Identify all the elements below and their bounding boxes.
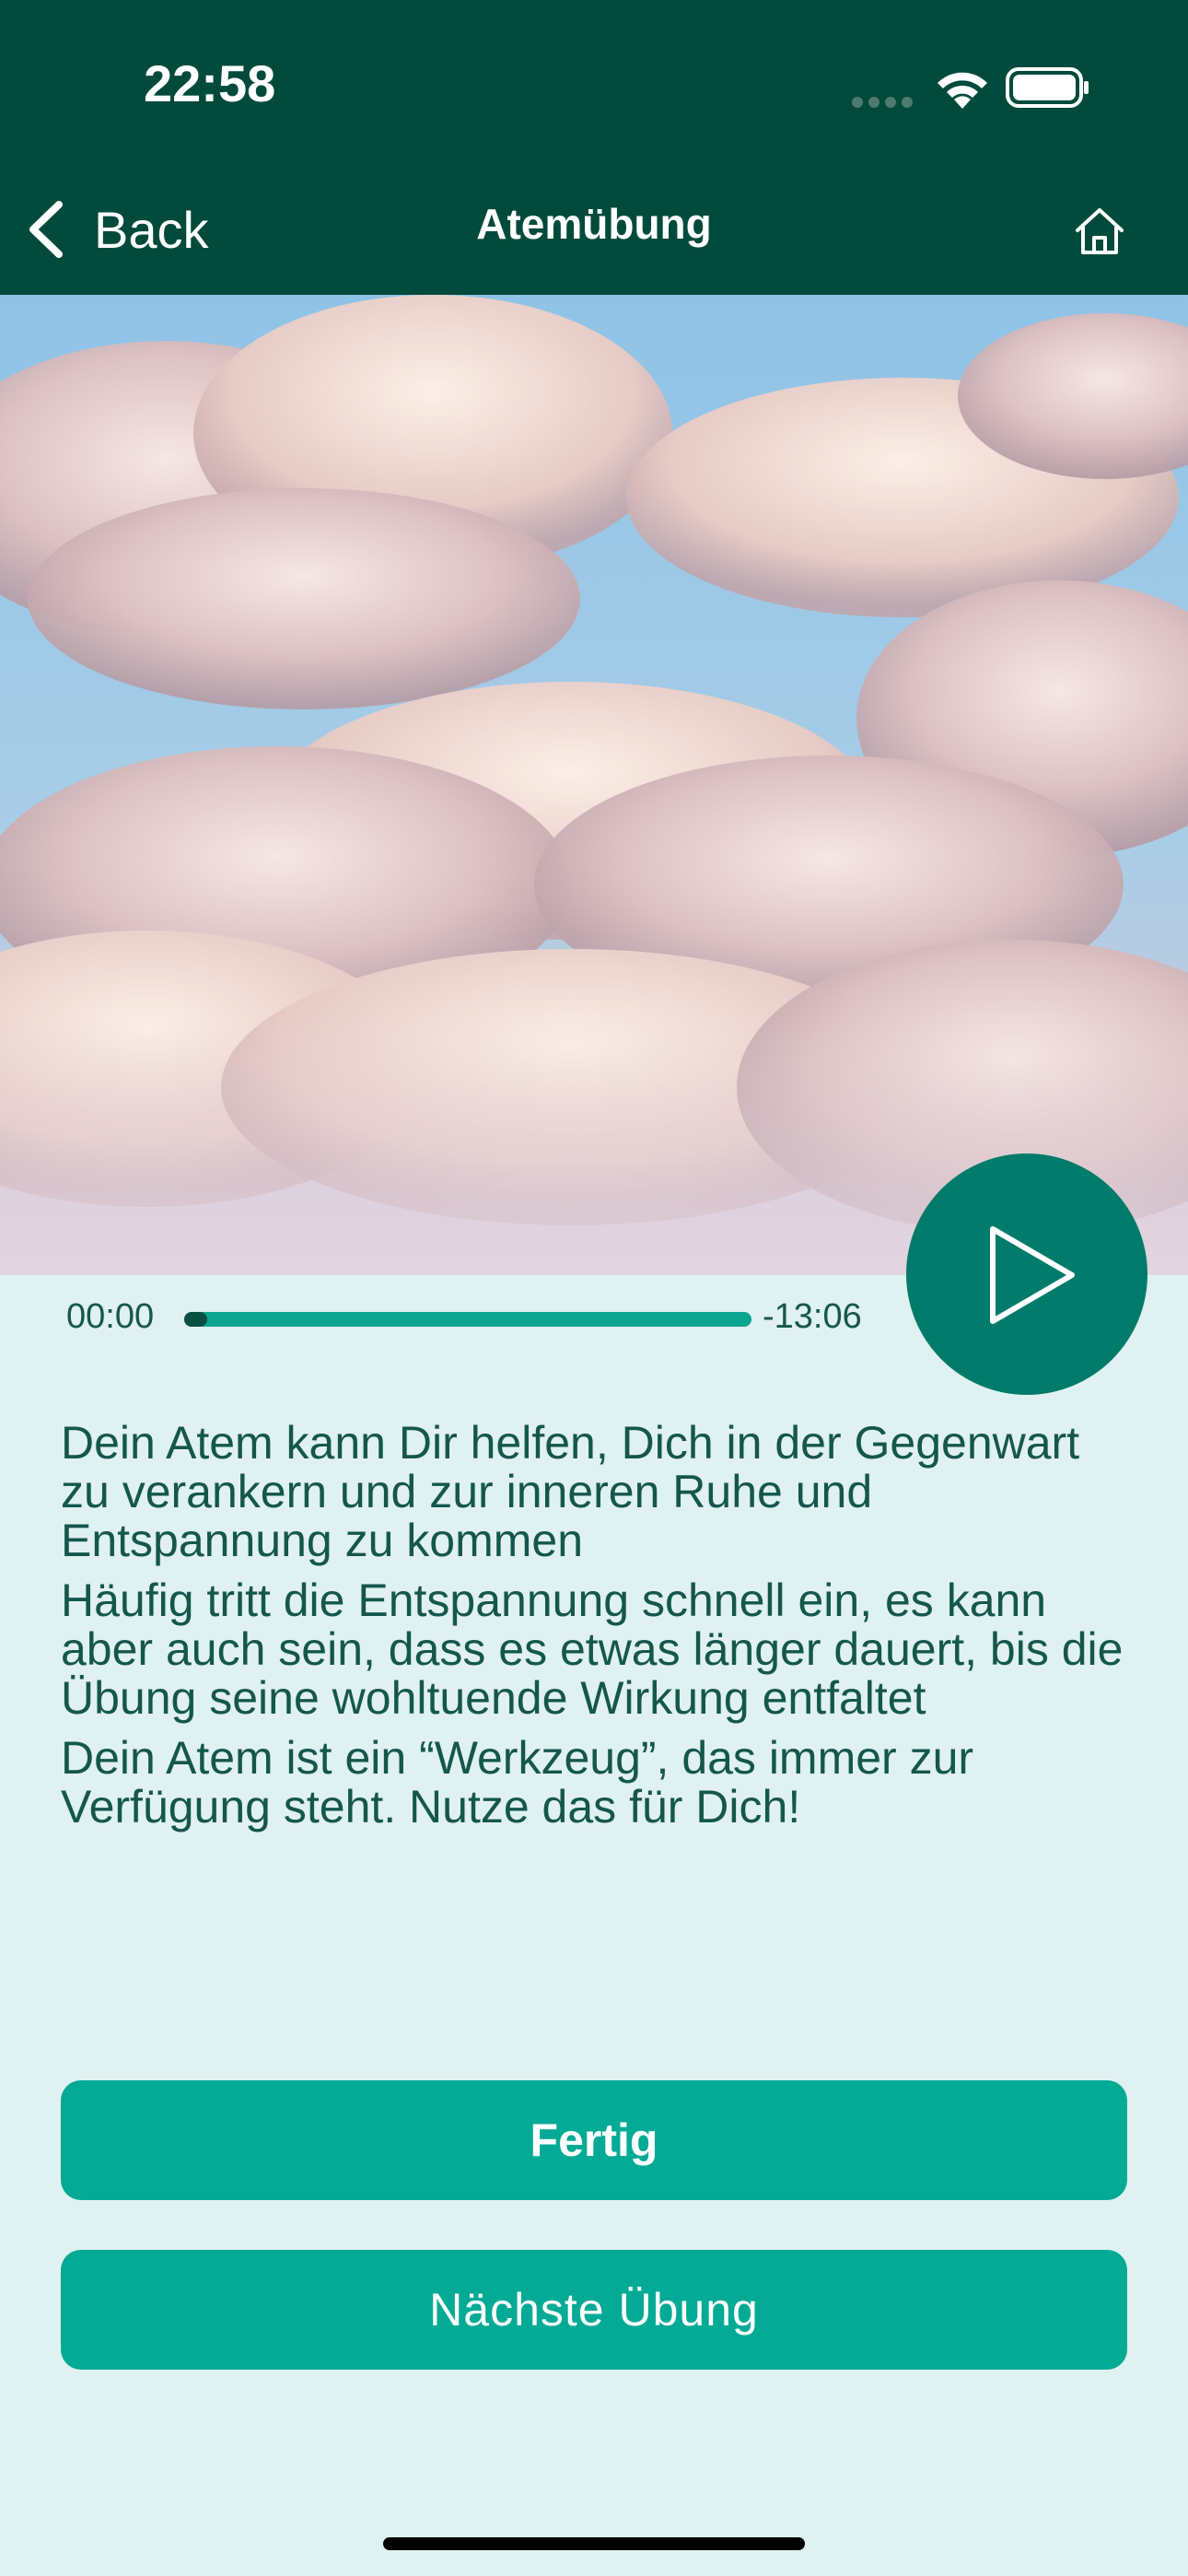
page-title: Atemübung <box>476 200 712 248</box>
elapsed-time: 00:00 <box>66 1297 155 1336</box>
next-exercise-button[interactable]: Nächste Übung <box>61 2250 1127 2370</box>
description-paragraph: Dein Atem ist ein “Werkzeug”, das immer … <box>61 1732 974 1832</box>
cloud-sky-image <box>0 295 1188 1275</box>
hero-image <box>0 295 1188 1275</box>
status-time: 22:58 <box>144 54 276 112</box>
battery-icon <box>1006 67 1089 108</box>
progress-slider[interactable] <box>184 1312 751 1327</box>
wifi-icon <box>938 72 987 109</box>
play-icon <box>990 1226 1075 1324</box>
exercise-description: Dein Atem kann Dir helfen, Dich in der G… <box>61 1419 1138 1843</box>
remaining-time: -13:06 <box>763 1297 862 1336</box>
home-icon[interactable] <box>1072 205 1127 258</box>
done-button[interactable]: Fertig <box>61 2080 1127 2200</box>
progress-fill <box>184 1312 207 1327</box>
home-indicator <box>383 2537 805 2550</box>
description-paragraph: Dein Atem kann Dir helfen, Dich in der G… <box>61 1417 1080 1566</box>
play-button[interactable] <box>906 1153 1147 1395</box>
cellular-signal-icon <box>852 97 913 108</box>
description-paragraph: Häufig tritt die Entspannung schnell ein… <box>61 1575 1124 1724</box>
navigation-header: 22:58 Back Atemübung <box>0 0 1188 295</box>
